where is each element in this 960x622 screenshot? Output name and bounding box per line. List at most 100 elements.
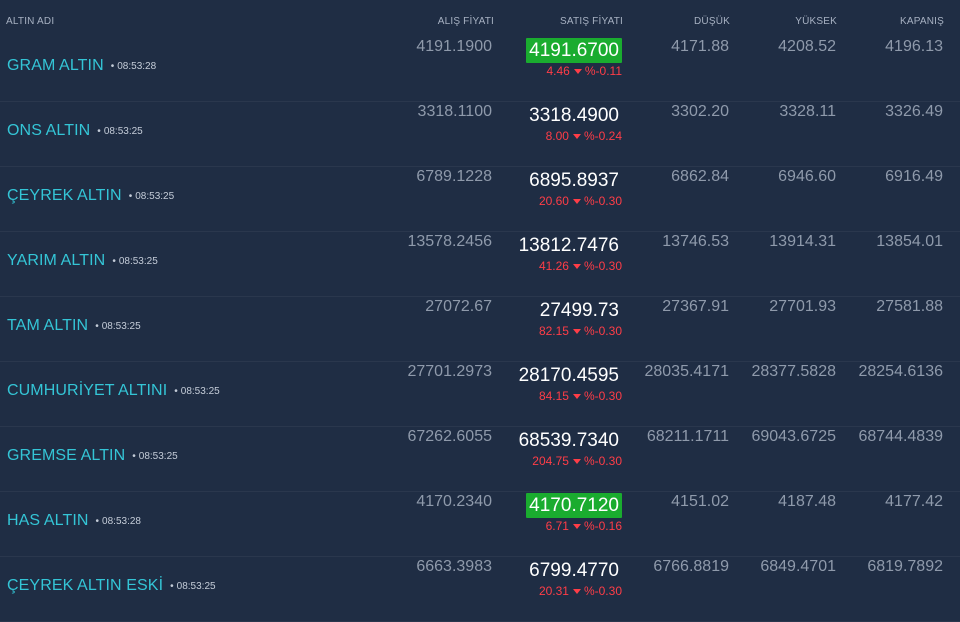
row-high: 3328.11	[779, 103, 836, 120]
row-high: 4187.48	[778, 493, 836, 510]
row-name-link[interactable]: GREMSE ALTIN	[7, 447, 125, 464]
row-name-link[interactable]: ONS ALTIN	[7, 122, 90, 139]
row-time: 08:53:25	[170, 581, 215, 592]
row-name-link[interactable]: ÇEYREK ALTIN ESKİ	[7, 577, 163, 594]
table-row[interactable]: YARIM ALTIN 08:53:25 13578.2456 13812.747…	[0, 232, 960, 297]
row-time: 08:53:25	[132, 451, 177, 462]
row-name-link[interactable]: HAS ALTIN	[7, 512, 89, 529]
row-time: 08:53:25	[174, 386, 219, 397]
row-high: 28377.5828	[751, 363, 836, 380]
row-buy-price: 13578.2456	[407, 233, 492, 250]
row-change: 8.00 %-0.24	[546, 129, 622, 143]
header-low: DÜŞÜK	[693, 16, 730, 27]
row-change-percent: %-0.11	[584, 64, 622, 78]
row-change-percent: %-0.30	[583, 454, 622, 468]
row-sell-price: 6895.8937	[529, 170, 619, 191]
row-name-link[interactable]: CUMHURİYET ALTINI	[7, 382, 167, 399]
row-time: 08:53:25	[97, 126, 142, 137]
row-change-percent: %-0.16	[583, 519, 622, 533]
row-name-link[interactable]: TAM ALTIN	[7, 317, 88, 334]
row-name-cell: HAS ALTIN 08:53:28	[7, 512, 141, 530]
header-sell-price: SATIŞ FİYATI	[560, 16, 623, 27]
row-high: 27701.93	[769, 298, 836, 315]
row-buy-price: 6789.1228	[416, 168, 492, 185]
row-change-value: 84.15	[538, 389, 569, 403]
row-change-percent: %-0.30	[583, 324, 622, 338]
table-row[interactable]: HAS ALTIN 08:53:28 4170.2340 4170.7120 6.…	[0, 492, 960, 557]
row-buy-price: 4170.2340	[416, 493, 492, 510]
caret-down-icon	[572, 263, 581, 269]
row-low: 28035.4171	[644, 363, 729, 380]
row-sell-price: 13812.7476	[518, 235, 619, 256]
row-change: 41.26 %-0.30	[539, 259, 622, 273]
table-row[interactable]: ÇEYREK ALTIN ESKİ 08:53:25 6663.3983 6799…	[0, 557, 960, 622]
row-change-value: 20.60	[538, 194, 569, 208]
row-name-link[interactable]: GRAM ALTIN	[7, 57, 104, 74]
table-row[interactable]: ONS ALTIN 08:53:25 3318.1100 3318.4900 8.…	[0, 102, 960, 167]
row-high: 13914.31	[769, 233, 836, 250]
row-change-percent: %-0.30	[583, 389, 622, 403]
table-row[interactable]: GREMSE ALTIN 08:53:25 67262.6055 68539.73…	[0, 427, 960, 492]
row-time: 08:53:25	[129, 191, 174, 202]
table-row[interactable]: TAM ALTIN 08:53:25 27072.67 27499.73 82.1…	[0, 297, 960, 362]
row-change-value: 20.31	[538, 584, 569, 598]
row-close: 4196.13	[885, 38, 943, 55]
caret-down-icon	[572, 198, 581, 204]
row-change: 20.31 %-0.30	[539, 584, 622, 598]
row-high: 69043.6725	[751, 428, 836, 445]
row-name-cell: ÇEYREK ALTIN 08:53:25	[7, 187, 174, 205]
row-close: 28254.6136	[858, 363, 943, 380]
row-name-link[interactable]: ÇEYREK ALTIN	[7, 187, 122, 204]
row-name-link[interactable]: YARIM ALTIN	[7, 252, 105, 269]
row-name-cell: ÇEYREK ALTIN ESKİ 08:53:25	[7, 577, 216, 595]
caret-down-icon	[572, 588, 581, 594]
row-close: 4177.42	[885, 493, 943, 510]
row-close: 6916.49	[885, 168, 943, 185]
row-change-value: 204.75	[532, 454, 569, 468]
row-low: 4171.88	[671, 38, 729, 55]
row-change: 4.46 %-0.11	[547, 64, 623, 78]
row-sell-price: 68539.7340	[518, 430, 619, 451]
row-change-percent: %-0.30	[583, 259, 622, 273]
row-low: 6766.8819	[653, 558, 729, 575]
row-change: 20.60 %-0.30	[539, 194, 622, 208]
row-low: 27367.91	[662, 298, 729, 315]
row-change-value: 41.26	[538, 259, 569, 273]
row-change-value: 4.46	[546, 64, 570, 78]
row-sell-price: 4191.6700	[526, 38, 622, 63]
row-high: 4208.52	[778, 38, 836, 55]
row-low: 6862.84	[671, 168, 729, 185]
header-buy-price: ALIŞ FİYATI	[437, 16, 494, 27]
row-change: 82.15 %-0.30	[539, 324, 622, 338]
row-sell-price: 28170.4595	[518, 365, 619, 386]
row-sell-price: 6799.4770	[529, 560, 619, 581]
header-name: ALTIN ADI	[6, 16, 55, 27]
table-row[interactable]: GRAM ALTIN 08:53:28 4191.1900 4191.6700 4…	[0, 37, 960, 102]
row-close: 13854.01	[876, 233, 943, 250]
gold-price-table: ALTIN ADI ALIŞ FİYATI SATIŞ FİYATI DÜŞÜK…	[0, 0, 960, 622]
row-low: 13746.53	[662, 233, 729, 250]
row-buy-price: 67262.6055	[407, 428, 492, 445]
row-low: 4151.02	[671, 493, 729, 510]
row-time: 08:53:25	[95, 321, 140, 332]
row-time: 08:53:25	[112, 256, 157, 267]
row-close: 68744.4839	[858, 428, 943, 445]
row-change: 84.15 %-0.30	[539, 389, 622, 403]
row-change-percent: %-0.30	[583, 584, 622, 598]
table-row[interactable]: CUMHURİYET ALTINI 08:53:25 27701.2973 281…	[0, 362, 960, 427]
table-row[interactable]: ÇEYREK ALTIN 08:53:25 6789.1228 6895.8937…	[0, 167, 960, 232]
caret-down-icon	[572, 458, 581, 464]
row-buy-price: 4191.1900	[416, 38, 492, 55]
row-low: 68211.1711	[646, 428, 729, 445]
row-name-cell: YARIM ALTIN 08:53:25	[7, 252, 158, 270]
row-name-cell: CUMHURİYET ALTINI 08:53:25	[7, 382, 220, 400]
header-high: YÜKSEK	[795, 16, 837, 27]
row-sell-price: 27499.73	[539, 300, 619, 321]
row-buy-price: 3318.1100	[417, 103, 492, 120]
caret-down-icon	[573, 68, 582, 74]
row-name-cell: ONS ALTIN 08:53:25	[7, 122, 143, 140]
row-buy-price: 6663.3983	[416, 558, 492, 575]
caret-down-icon	[572, 523, 581, 529]
row-name-cell: GREMSE ALTIN 08:53:25	[7, 447, 178, 465]
row-name-cell: TAM ALTIN 08:53:25	[7, 317, 141, 335]
